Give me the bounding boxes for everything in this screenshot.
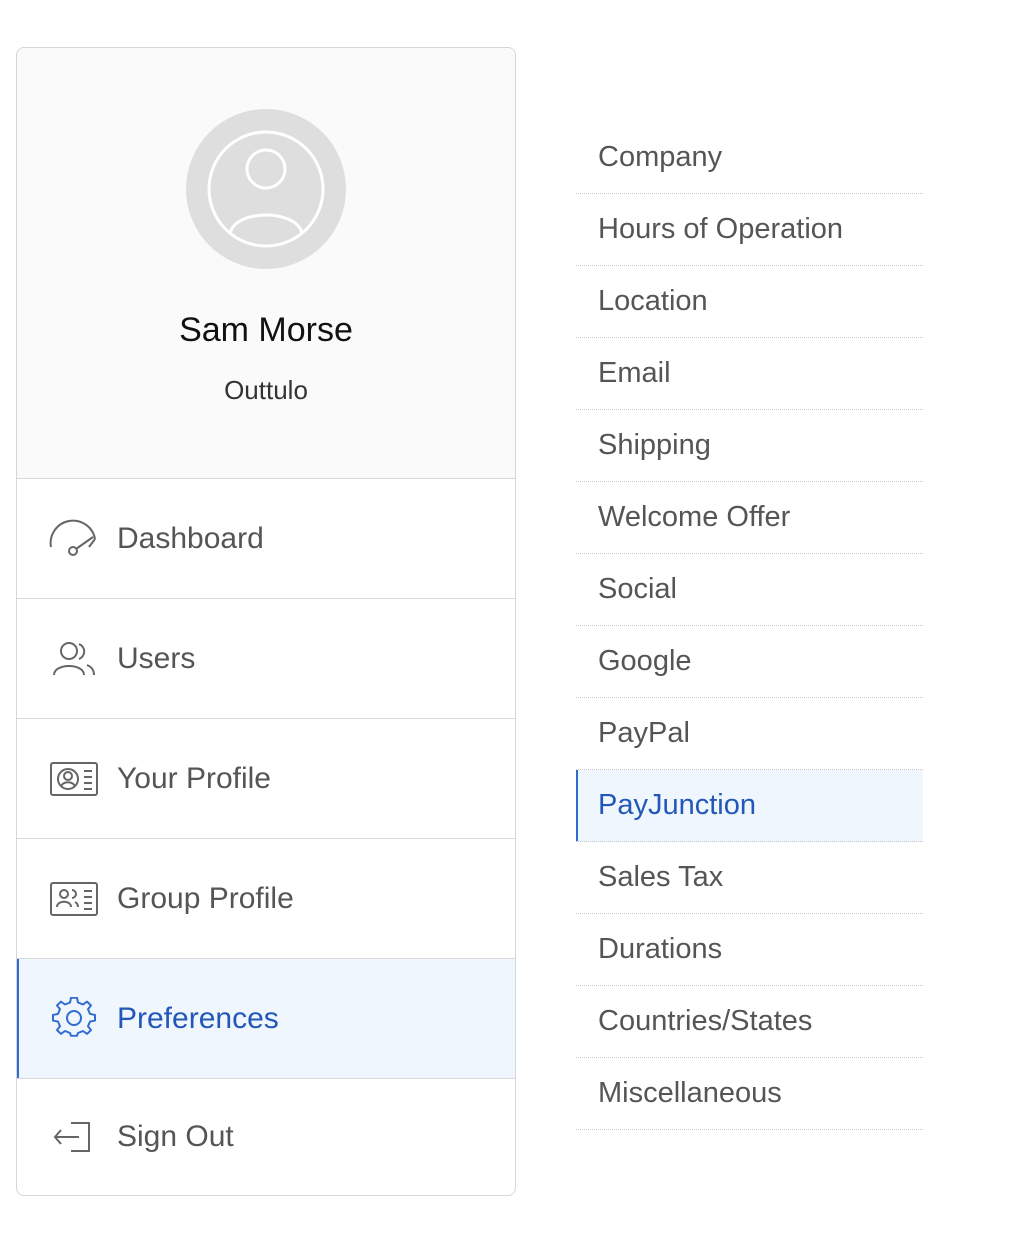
sidebar-item-sign-out[interactable]: Sign Out xyxy=(17,1079,515,1195)
user-circle-icon xyxy=(207,130,325,248)
sidebar-item-label: Sign Out xyxy=(117,1120,234,1153)
sidebar-item-label: Preferences xyxy=(117,1001,279,1035)
sidebar-item-label: Your Profile xyxy=(117,761,271,795)
submenu-item-payjunction[interactable]: PayJunction xyxy=(576,770,923,842)
profile-header: Sam Morse Outtulo xyxy=(17,48,515,479)
submenu-item-google[interactable]: Google xyxy=(576,626,923,698)
submenu-item-paypal[interactable]: PayPal xyxy=(576,698,923,770)
submenu-item-durations[interactable]: Durations xyxy=(576,914,923,986)
sidebar-item-label: Users xyxy=(117,641,196,675)
submenu-item-welcome-offer[interactable]: Welcome Offer xyxy=(576,482,923,554)
avatar xyxy=(186,109,346,269)
submenu-item-shipping[interactable]: Shipping xyxy=(576,410,923,482)
submenu-item-sales-tax[interactable]: Sales Tax xyxy=(576,842,923,914)
sidebar-item-preferences[interactable]: Preferences xyxy=(17,959,515,1079)
preferences-submenu: Company Hours of Operation Location Emai… xyxy=(576,122,923,1130)
submenu-item-miscellaneous[interactable]: Miscellaneous xyxy=(576,1058,923,1130)
submenu-item-location[interactable]: Location xyxy=(576,266,923,338)
sidebar-nav: Dashboard Users Your Profile Group Profi… xyxy=(17,479,515,1195)
submenu-item-hours-of-operation[interactable]: Hours of Operation xyxy=(576,194,923,266)
gauge-icon xyxy=(49,517,99,561)
submenu-item-company[interactable]: Company xyxy=(576,122,923,194)
user-organization: Outtulo xyxy=(224,375,308,405)
group-card-icon xyxy=(49,877,99,921)
users-icon xyxy=(49,637,99,681)
submenu-item-social[interactable]: Social xyxy=(576,554,923,626)
gear-icon xyxy=(49,996,99,1041)
sidebar-item-your-profile[interactable]: Your Profile xyxy=(17,719,515,839)
account-sidebar-card: Sam Morse Outtulo Dashboard Users Your P… xyxy=(16,47,516,1196)
user-name: Sam Morse xyxy=(179,311,353,349)
submenu-item-email[interactable]: Email xyxy=(576,338,923,410)
sidebar-item-group-profile[interactable]: Group Profile xyxy=(17,839,515,959)
sidebar-item-label: Group Profile xyxy=(117,881,294,915)
sidebar-item-dashboard[interactable]: Dashboard xyxy=(17,479,515,599)
sidebar-item-label: Dashboard xyxy=(117,521,264,555)
sign-out-icon xyxy=(49,1115,99,1159)
submenu-item-countries-states[interactable]: Countries/States xyxy=(576,986,923,1058)
id-card-icon xyxy=(49,757,99,801)
sidebar-item-users[interactable]: Users xyxy=(17,599,515,719)
